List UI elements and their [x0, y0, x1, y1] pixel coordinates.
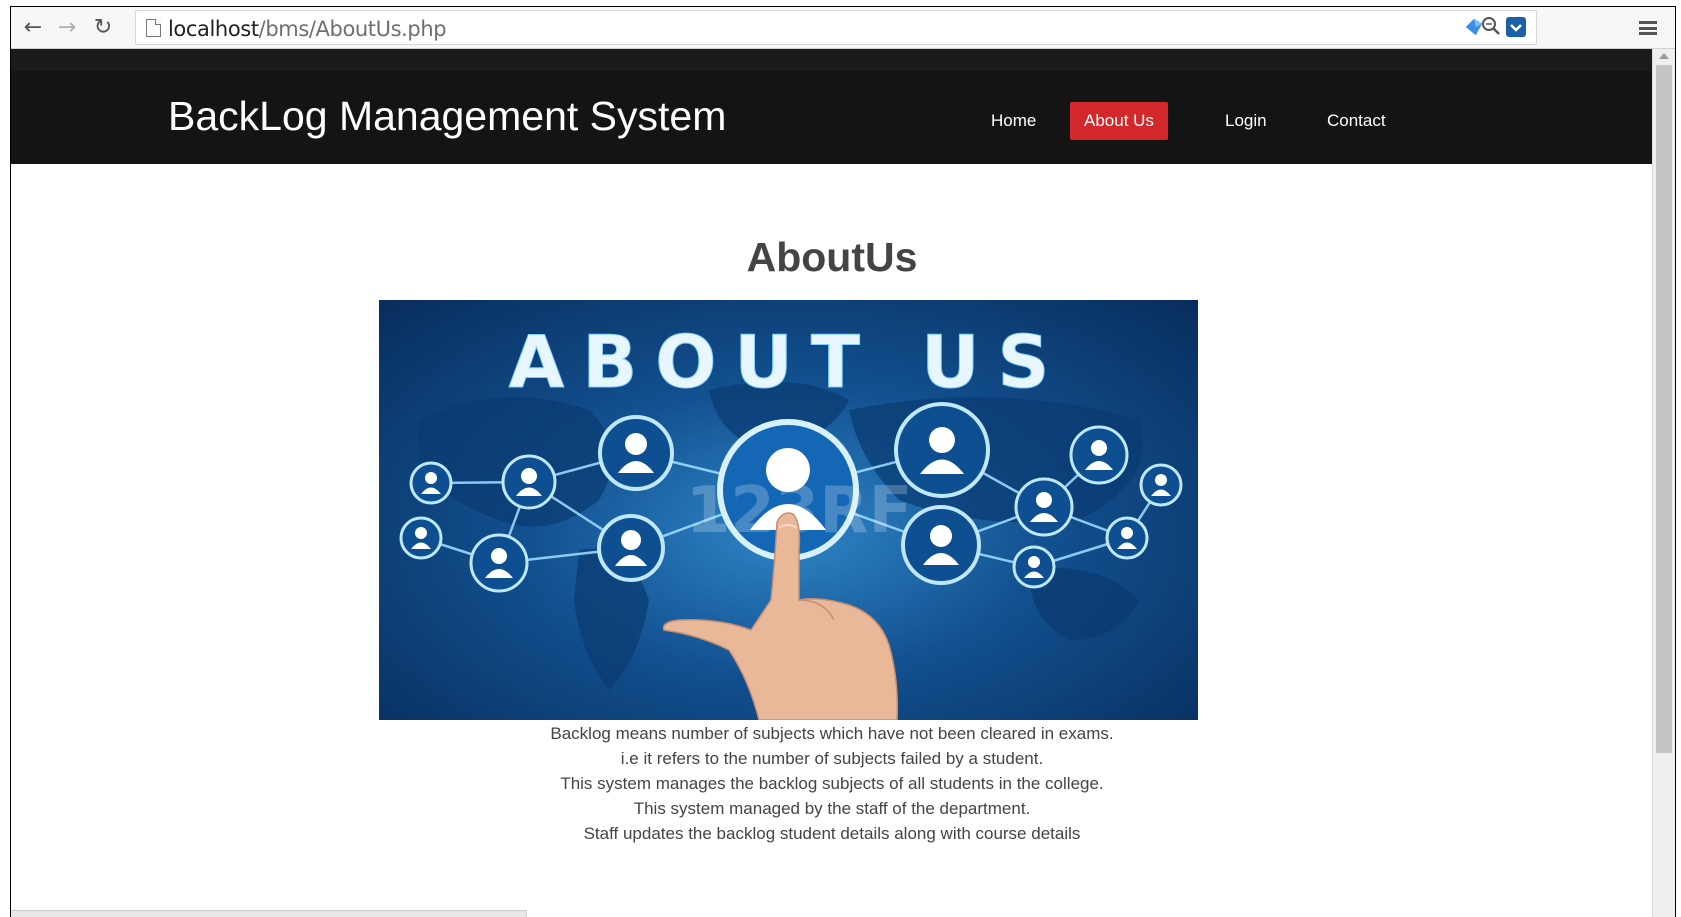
description-line: This system managed by the staff of the … [633, 799, 1031, 818]
about-description: Backlog means number of subjects which h… [11, 721, 1653, 846]
forward-arrow-icon[interactable]: → [51, 11, 83, 43]
page-viewport: BackLog Management System Home About Us … [11, 49, 1653, 917]
page-title: AboutUs [746, 234, 918, 280]
description-line: Backlog means number of subjects which h… [550, 724, 1114, 743]
description-line: This system manages the backlog subjects… [560, 774, 1104, 793]
description-line: Staff updates the backlog student detail… [583, 824, 1081, 843]
url-path: /bms/AboutUs.php [258, 17, 447, 41]
browser-window: ← → ↻ localhost/bms/AboutUs.php ☆ [10, 6, 1676, 917]
extension-icon[interactable] [1463, 16, 1485, 38]
hero-illustration: ABOUT US 123RF [399, 320, 1183, 720]
reload-icon[interactable]: ↻ [87, 11, 119, 43]
address-bar[interactable]: localhost/bms/AboutUs.php ☆ [135, 10, 1537, 45]
nav-item-contact[interactable]: Contact [1313, 102, 1400, 140]
browser-toolbar: ← → ↻ localhost/bms/AboutUs.php ☆ [11, 7, 1675, 49]
scroll-up-arrow-icon[interactable] [1659, 53, 1669, 59]
pocket-icon[interactable] [1505, 16, 1527, 38]
about-us-hero-image: ABOUT US 123RF [379, 300, 1198, 720]
nav-item-about-us[interactable]: About Us [1070, 102, 1168, 140]
site-brand[interactable]: BackLog Management System [168, 93, 726, 140]
page-icon [146, 19, 161, 37]
nav-item-home[interactable]: Home [977, 102, 1050, 140]
url-host: localhost [168, 17, 259, 41]
menu-icon[interactable] [1639, 21, 1657, 35]
back-arrow-icon[interactable]: ← [17, 11, 49, 43]
description-line: i.e it refers to the number of subjects … [620, 749, 1044, 768]
site-navbar: BackLog Management System Home About Us … [11, 49, 1653, 164]
scroll-thumb[interactable] [1656, 65, 1672, 753]
nav-item-login[interactable]: Login [1211, 102, 1281, 140]
vertical-scrollbar[interactable] [1652, 49, 1675, 917]
hero-text: ABOUT US [509, 320, 1068, 404]
url-text[interactable]: localhost/bms/AboutUs.php [168, 17, 447, 41]
